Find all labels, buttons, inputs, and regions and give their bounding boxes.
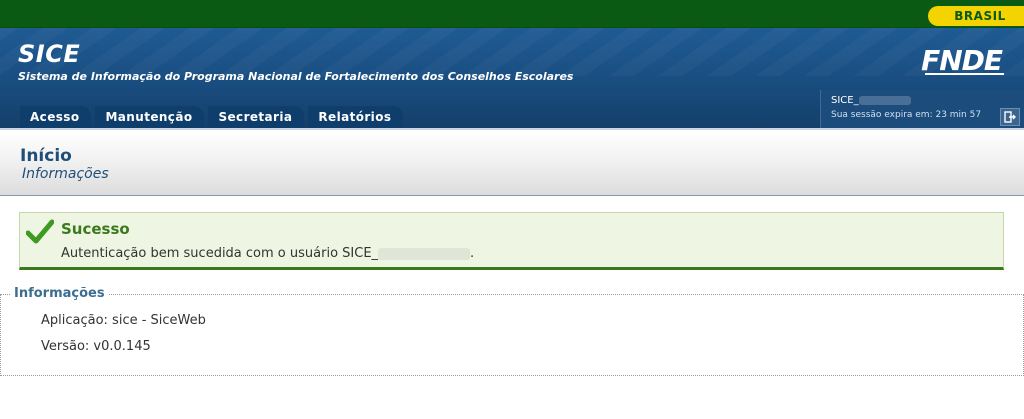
check-icon	[26, 219, 54, 244]
page-subtitle: Informações	[22, 166, 109, 182]
alert-user-redacted	[378, 247, 471, 260]
session-user-prefix: SICE_	[831, 95, 859, 106]
page-header: Início Informações	[0, 128, 1024, 196]
alert-message-end: .	[470, 246, 475, 261]
gov-bar: BRASIL	[0, 0, 1024, 28]
session-panel: SICE_ Sua sessão expira em: 23 min 57	[820, 90, 1024, 128]
tab-secretaria[interactable]: Secretaria	[208, 106, 305, 128]
info-fieldset: Informações Aplicação: sice - SiceWeb Ve…	[0, 286, 1024, 376]
app-header: SICE Sistema de Informação do Programa N…	[0, 28, 1024, 128]
logout-button[interactable]	[1000, 108, 1020, 126]
logout-icon	[1004, 111, 1016, 123]
tab-manutencao[interactable]: Manutenção	[95, 106, 205, 128]
info-legend: Informações	[11, 286, 108, 301]
alert-title: Sucesso	[61, 220, 130, 238]
app-title: SICE	[18, 40, 81, 68]
page-title: Início	[20, 146, 72, 166]
brasil-logo[interactable]: BRASIL	[928, 6, 1024, 26]
session-expiry: Sua sessão expira em: 23 min 57	[831, 110, 982, 120]
session-user: SICE_	[831, 95, 911, 106]
app-subtitle: Sistema de Informação do Programa Nacion…	[18, 70, 574, 83]
session-user-redacted	[858, 95, 911, 105]
info-application: Aplicação: sice - SiceWeb	[41, 313, 206, 328]
main-nav: Acesso Manutenção Secretaria Relatórios	[20, 106, 407, 128]
success-alert: Sucesso Autenticação bem sucedida com o …	[19, 212, 1004, 270]
info-version: Versão: v0.0.145	[41, 339, 151, 354]
tab-acesso[interactable]: Acesso	[20, 106, 92, 128]
tab-relatorios[interactable]: Relatórios	[308, 106, 404, 128]
alert-message: Autenticação bem sucedida com o usuário …	[61, 246, 474, 261]
fnde-logo: FNDE	[921, 44, 1004, 77]
alert-message-text: Autenticação bem sucedida com o usuário …	[61, 246, 379, 261]
